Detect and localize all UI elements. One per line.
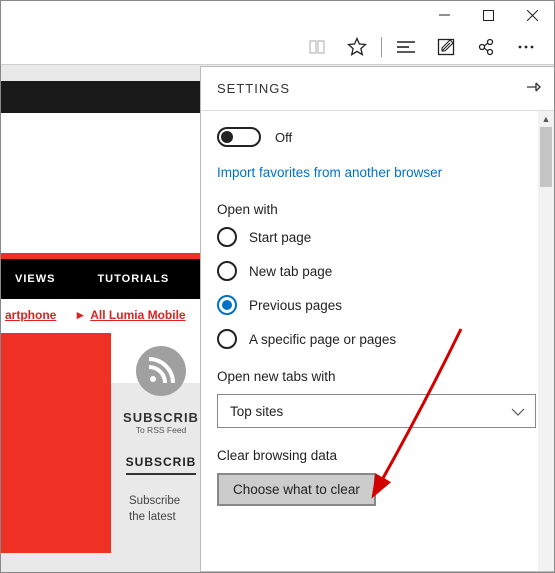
radio-start-page[interactable]: Start page [217, 227, 536, 247]
clear-data-label: Clear browsing data [217, 448, 536, 463]
link-smartphone[interactable]: artphone [5, 308, 56, 322]
webnote-icon[interactable] [426, 29, 466, 65]
subscribe-text-2: the latest [121, 511, 201, 523]
titlebar [1, 1, 554, 29]
scroll-thumb[interactable] [540, 127, 552, 187]
subscribe-title: SUBSCRIB [121, 410, 201, 425]
radio-previous-pages[interactable]: Previous pages [217, 295, 536, 315]
close-button[interactable] [510, 1, 554, 29]
maximize-button[interactable] [466, 1, 510, 29]
subscribe-text-1: Subscribe [121, 495, 201, 507]
open-tabs-label: Open new tabs with [217, 369, 536, 384]
minimize-button[interactable] [422, 1, 466, 29]
open-with-label: Open with [217, 202, 536, 217]
toggle-switch[interactable] [217, 127, 261, 147]
settings-flyout: SETTINGS Off Import favorites from anoth… [200, 66, 554, 572]
reading-view-icon[interactable] [297, 29, 337, 65]
choose-what-to-clear-button[interactable]: Choose what to clear [217, 473, 376, 506]
favorite-star-icon[interactable] [337, 29, 377, 65]
rss-circle-icon[interactable] [121, 345, 201, 400]
flyout-scrollbar[interactable]: ▲ [538, 111, 554, 571]
share-icon[interactable] [466, 29, 506, 65]
subscribe-subtitle: To RSS Feed [121, 425, 201, 435]
edge-toolbar [1, 29, 554, 65]
toggle-label: Off [275, 130, 292, 145]
settings-header: SETTINGS [201, 67, 554, 111]
radio-specific-page[interactable]: A specific page or pages [217, 329, 536, 349]
link-lumia[interactable]: All Lumia Mobile [90, 308, 185, 322]
open-tabs-select[interactable]: Top sites [217, 394, 536, 428]
subscribe-email-title: SUBSCRIB [126, 455, 197, 475]
chevron-down-icon [511, 404, 525, 419]
scroll-up-arrow[interactable]: ▲ [538, 111, 554, 127]
toolbar-separator [381, 37, 382, 57]
favorites-bar-toggle[interactable]: Off [217, 127, 536, 147]
nav-tutorials[interactable]: TUTORIALS [85, 273, 181, 285]
radio-new-tab-page[interactable]: New tab page [217, 261, 536, 281]
open-with-group: Start page New tab page Previous pages A… [217, 227, 536, 349]
nav-reviews[interactable]: VIEWS [3, 273, 67, 285]
more-icon[interactable] [506, 29, 546, 65]
pin-icon[interactable] [526, 80, 542, 97]
open-tabs-value: Top sites [230, 404, 283, 419]
feature-box [1, 333, 111, 553]
import-favorites-link[interactable]: Import favorites from another browser [217, 165, 536, 180]
hub-icon[interactable] [386, 29, 426, 65]
settings-body: Off Import favorites from another browse… [201, 111, 554, 516]
settings-title: SETTINGS [217, 81, 290, 96]
